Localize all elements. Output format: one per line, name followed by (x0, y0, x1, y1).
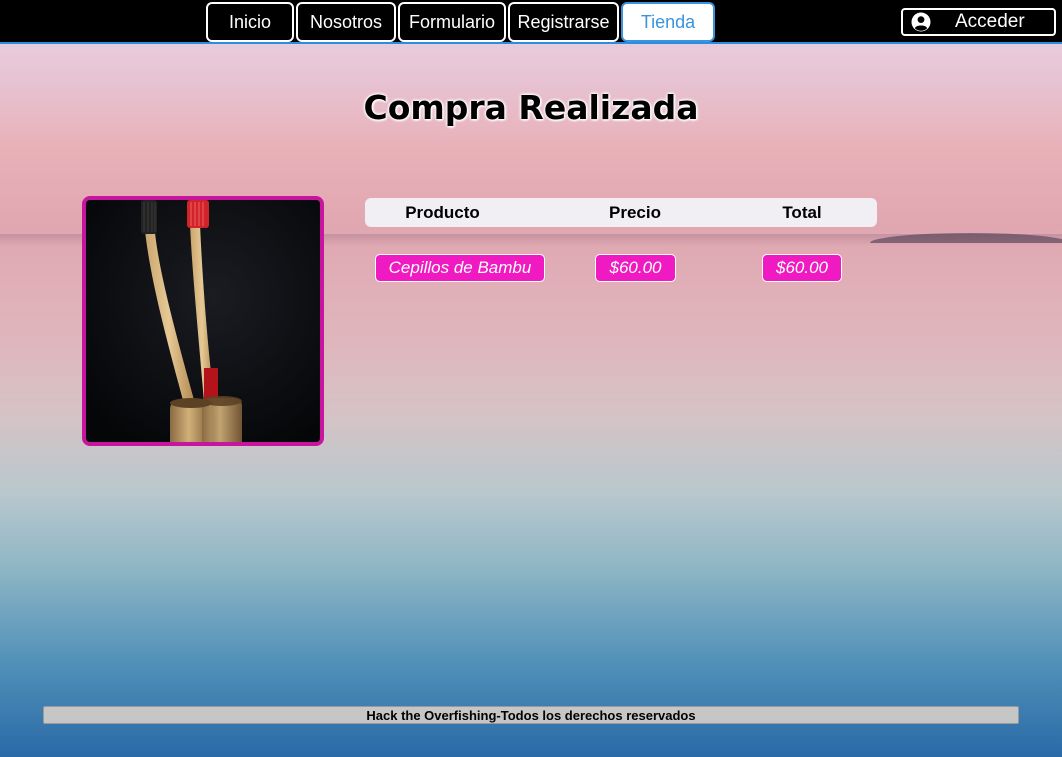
tab-formulario[interactable]: Formulario (398, 2, 506, 42)
bamboo-toothbrushes-image (86, 200, 320, 442)
login-label: Acceder (955, 11, 1025, 32)
page-title: Compra Realizada (363, 88, 699, 127)
login-button[interactable]: Acceder (901, 8, 1056, 36)
column-header-precio: Precio (609, 203, 661, 222)
navbar: Inicio Nosotros Formulario Registrarse T… (0, 0, 1062, 44)
cell-producto: Cepillos de Bambu (375, 254, 545, 282)
cell-precio: $60.00 (595, 254, 676, 282)
tab-tienda[interactable]: Tienda (621, 2, 715, 42)
column-header-total: Total (782, 203, 822, 222)
footer-brand: Hack the Overfishing (366, 707, 497, 723)
footer-rights: Todos los derechos reservados (500, 707, 696, 723)
product-image (82, 196, 324, 446)
table-header: Producto Precio Total (365, 198, 877, 227)
footer: Hack the Overfishing - Todos los derecho… (43, 706, 1019, 724)
tab-nosotros[interactable]: Nosotros (296, 2, 396, 42)
user-circle-icon (911, 12, 931, 32)
column-header-producto: Producto (405, 203, 480, 222)
tab-registrarse[interactable]: Registrarse (508, 2, 619, 42)
cell-total: $60.00 (762, 254, 842, 282)
tab-inicio[interactable]: Inicio (206, 2, 294, 42)
